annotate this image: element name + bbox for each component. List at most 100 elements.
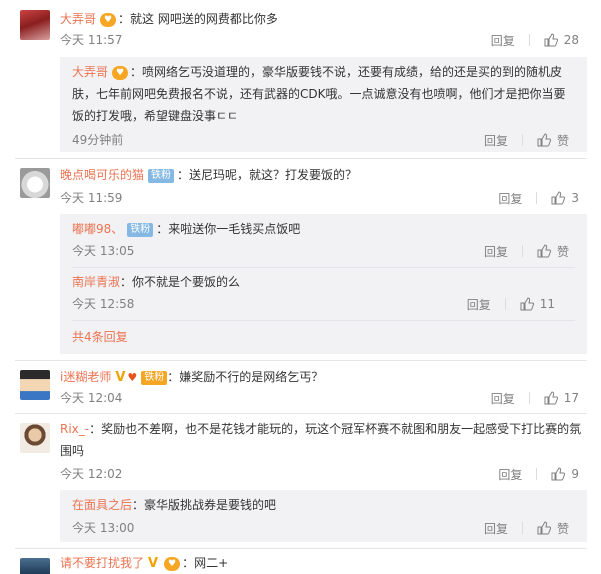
comment-text: 网二+ (194, 556, 229, 570)
thumbs-up-icon (537, 244, 551, 258)
like-count: 11 (539, 297, 555, 311)
reply-button[interactable]: 回复 (498, 466, 522, 483)
divider (15, 360, 587, 361)
reply-actions: 回复 赞 (484, 131, 569, 149)
like-button[interactable]: 赞 (537, 132, 569, 149)
like-button[interactable]: 9 (551, 467, 579, 481)
verified-v-icon: V (148, 556, 159, 571)
divider (72, 320, 575, 321)
comment-text: 奖励也不差啊，也不是花钱才能玩的，玩这个冠军杯赛不就图和朋友一起感受下打比赛的氛 (101, 422, 582, 436)
comment-text: 围吗 (60, 444, 85, 458)
timestamp: 今天 13:00 (72, 521, 135, 535)
vip-badge-icon: ♥ (112, 66, 129, 80)
username[interactable]: 大弄哥 (60, 12, 96, 26)
reply-button[interactable]: 回复 (484, 132, 508, 149)
comment-text: 就这 网吧送的网费都比你多 (130, 12, 278, 26)
reply-actions: 回复 赞 (484, 519, 569, 537)
timestamp: 今天 12:04 (60, 391, 123, 405)
timestamp: 49分钟前 (72, 133, 124, 147)
like-count: 17 (563, 391, 579, 405)
divider (528, 34, 530, 46)
username[interactable]: 大弄哥 (72, 65, 108, 79)
like-button[interactable]: 17 (544, 391, 579, 405)
fan-badge: 铁粉 (141, 371, 168, 385)
comment-actions: 回复 9 (498, 465, 579, 483)
username[interactable]: 嘟嘟98、 (72, 222, 123, 236)
reply-text: 豪华版挑战券是要钱的吧 (144, 498, 277, 512)
thumbs-up-icon (544, 391, 558, 405)
reply-button[interactable]: 回复 (491, 32, 515, 49)
comment-actions: 回复 3 (498, 189, 579, 207)
thumbs-up-icon (544, 33, 558, 47)
comment-header: 晚点喝可乐的猫 铁粉 ：送尼玛呢，就这？打发要饭的？ (60, 168, 358, 183)
reply-text: 喷网络乞丐没道理的，豪华版要钱不说，还要有成绩，给的还是买的到的随机皮 (142, 65, 563, 79)
reply-button[interactable]: 回复 (467, 296, 491, 313)
timestamp: 今天 11:57 (60, 33, 123, 47)
like-button[interactable]: 赞 (537, 520, 569, 537)
divider (521, 245, 523, 257)
avatar[interactable] (20, 423, 50, 453)
reply-item: 嘟嘟98、 铁粉 ：来啦送你一毛钱买点饭吧 (72, 222, 301, 237)
thumbs-up-icon (537, 521, 551, 535)
username[interactable]: 晚点喝可乐的猫 (60, 168, 144, 182)
like-count: 3 (571, 191, 579, 205)
like-button[interactable]: 28 (544, 33, 579, 47)
reply-button[interactable]: 回复 (484, 243, 508, 260)
reply-box: 嘟嘟98、 铁粉 ：来啦送你一毛钱买点饭吧 今天 13:05 回复 赞 南岸青淑：你… (60, 214, 587, 354)
reply-button[interactable]: 回复 (484, 520, 508, 537)
reply-text: 饭的打发哦，希望键盘没事ㄷㄷ (72, 109, 239, 123)
thumbs-up-icon (520, 297, 534, 311)
fan-badge: 铁粉 (148, 169, 175, 183)
comment-actions: 回复 17 (491, 389, 579, 407)
avatar[interactable] (20, 558, 50, 574)
comment-actions: 回复 28 (491, 31, 579, 49)
reply-item: 在面具之后：豪华版挑战券是要钱的吧 (72, 498, 277, 512)
divider (504, 298, 506, 310)
username[interactable]: 在面具之后 (72, 498, 132, 512)
reply-actions: 回复 11 (467, 295, 555, 313)
reply-button[interactable]: 回复 (491, 390, 515, 407)
comment-text: 嫌奖励不行的是网络乞丐？ (179, 370, 324, 384)
reply-text: 来啦送你一毛钱买点饭吧 (168, 222, 301, 236)
divider (521, 522, 523, 534)
divider (15, 413, 587, 414)
reply-text: 肤，七年前网吧免费报名不说，还有武器的CDK哦。一点诚意没有也喷啊，他们才是把你… (72, 87, 566, 101)
comment-header: Rix_-：奖励也不差啊，也不是花钱才能玩的，玩这个冠军杯赛不就图和朋友一起感受… (60, 422, 582, 458)
thumbs-up-icon (537, 133, 551, 147)
timestamp: 今天 13:05 (72, 244, 135, 258)
reply-box: 大弄哥 ♥ ：喷网络乞丐没道理的，豪华版要钱不说，还要有成绩，给的还是买的到的随机皮… (60, 57, 587, 152)
thumbs-up-icon (551, 467, 566, 481)
more-replies-link[interactable]: 共4条回复 (72, 328, 128, 345)
thumbs-up-icon (551, 191, 566, 205)
comment-text: 送尼玛呢，就这？打发要饭的？ (189, 168, 358, 182)
divider (15, 548, 587, 549)
comment-header: 大弄哥 ♥ ：就这 网吧送的网费都比你多 (60, 12, 278, 27)
like-count: 赞 (556, 244, 569, 259)
comment-header: i迷糊老师 V ♥ 铁粉 ：嫌奖励不行的是网络乞丐？ (60, 370, 324, 385)
like-button[interactable]: 3 (551, 191, 579, 205)
divider (521, 134, 523, 146)
like-button[interactable]: 11 (520, 297, 555, 311)
avatar[interactable] (20, 168, 50, 198)
reply-button[interactable]: 回复 (498, 190, 522, 207)
vip-badge-icon: ♥ (164, 557, 181, 571)
username[interactable]: i迷糊老师 (60, 370, 111, 384)
divider (536, 192, 538, 204)
verified-v-icon: V (115, 370, 126, 385)
reply-item: 大弄哥 ♥ ：喷网络乞丐没道理的，豪华版要钱不说，还要有成绩，给的还是买的到的随机皮… (72, 65, 566, 123)
comment-header: 请不要打扰我了 V ♥ ：网二+ (60, 556, 229, 571)
username[interactable]: Rix_- (60, 422, 89, 436)
like-count: 赞 (556, 521, 569, 536)
like-button[interactable]: 赞 (537, 243, 569, 260)
avatar[interactable] (20, 10, 50, 40)
username[interactable]: 南岸青淑 (72, 275, 120, 289)
avatar[interactable] (20, 370, 50, 400)
timestamp: 今天 11:59 (60, 191, 123, 205)
divider (528, 392, 530, 404)
reply-item: 南岸青淑：你不就是个要饭的么 (72, 275, 241, 289)
divider (536, 468, 538, 480)
divider (72, 267, 575, 268)
reply-actions: 回复 赞 (484, 242, 569, 260)
heart-icon: ♥ (127, 371, 138, 384)
username[interactable]: 请不要打扰我了 (60, 556, 144, 570)
